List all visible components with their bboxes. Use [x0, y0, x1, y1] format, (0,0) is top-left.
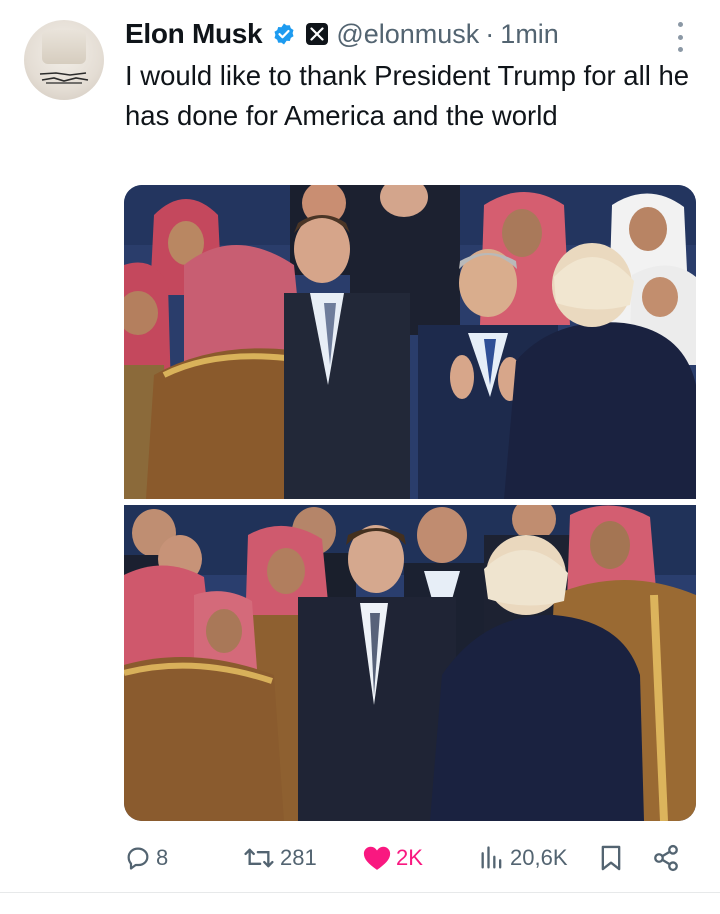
share-button[interactable] [652, 838, 680, 878]
like-button[interactable]: 2K [362, 838, 423, 878]
author-name[interactable]: Elon Musk [125, 18, 263, 50]
tweet-header: Elon Musk @elonmusk · 1min [125, 16, 559, 52]
repost-icon [244, 848, 274, 868]
bookmark-button[interactable] [598, 838, 624, 878]
repost-count: 281 [280, 845, 317, 870]
media-grid[interactable] [124, 185, 696, 821]
views-icon [481, 846, 502, 869]
verified-badge-icon[interactable] [272, 22, 296, 46]
avatar-block [42, 30, 86, 64]
avatar-scribble [39, 72, 89, 84]
reply-button[interactable]: 8 [124, 838, 168, 878]
author-handle[interactable]: @elonmusk [336, 19, 479, 50]
reply-count: 8 [156, 845, 169, 870]
views-count: 20,6K [510, 845, 568, 870]
photo-2[interactable] [124, 505, 696, 821]
share-icon [654, 844, 678, 872]
photo-1[interactable] [124, 185, 696, 499]
separator: · [485, 18, 495, 49]
tweet: Elon Musk @elonmusk · 1min I would like … [0, 0, 720, 914]
x-logo-icon[interactable] [306, 23, 329, 45]
like-count: 2K [396, 845, 423, 870]
more-icon[interactable] [672, 22, 688, 52]
avatar[interactable] [24, 20, 104, 100]
action-bar: 8 281 2K 20,6K [124, 838, 694, 878]
timestamp[interactable]: 1min [500, 19, 559, 50]
divider [0, 892, 720, 893]
heart-icon [363, 846, 391, 870]
views-button[interactable]: 20,6K [478, 838, 568, 878]
bookmark-icon [601, 845, 621, 871]
tweet-text: I would like to thank President Trump fo… [125, 60, 690, 131]
reply-icon [127, 847, 149, 870]
repost-button[interactable]: 281 [242, 838, 317, 878]
